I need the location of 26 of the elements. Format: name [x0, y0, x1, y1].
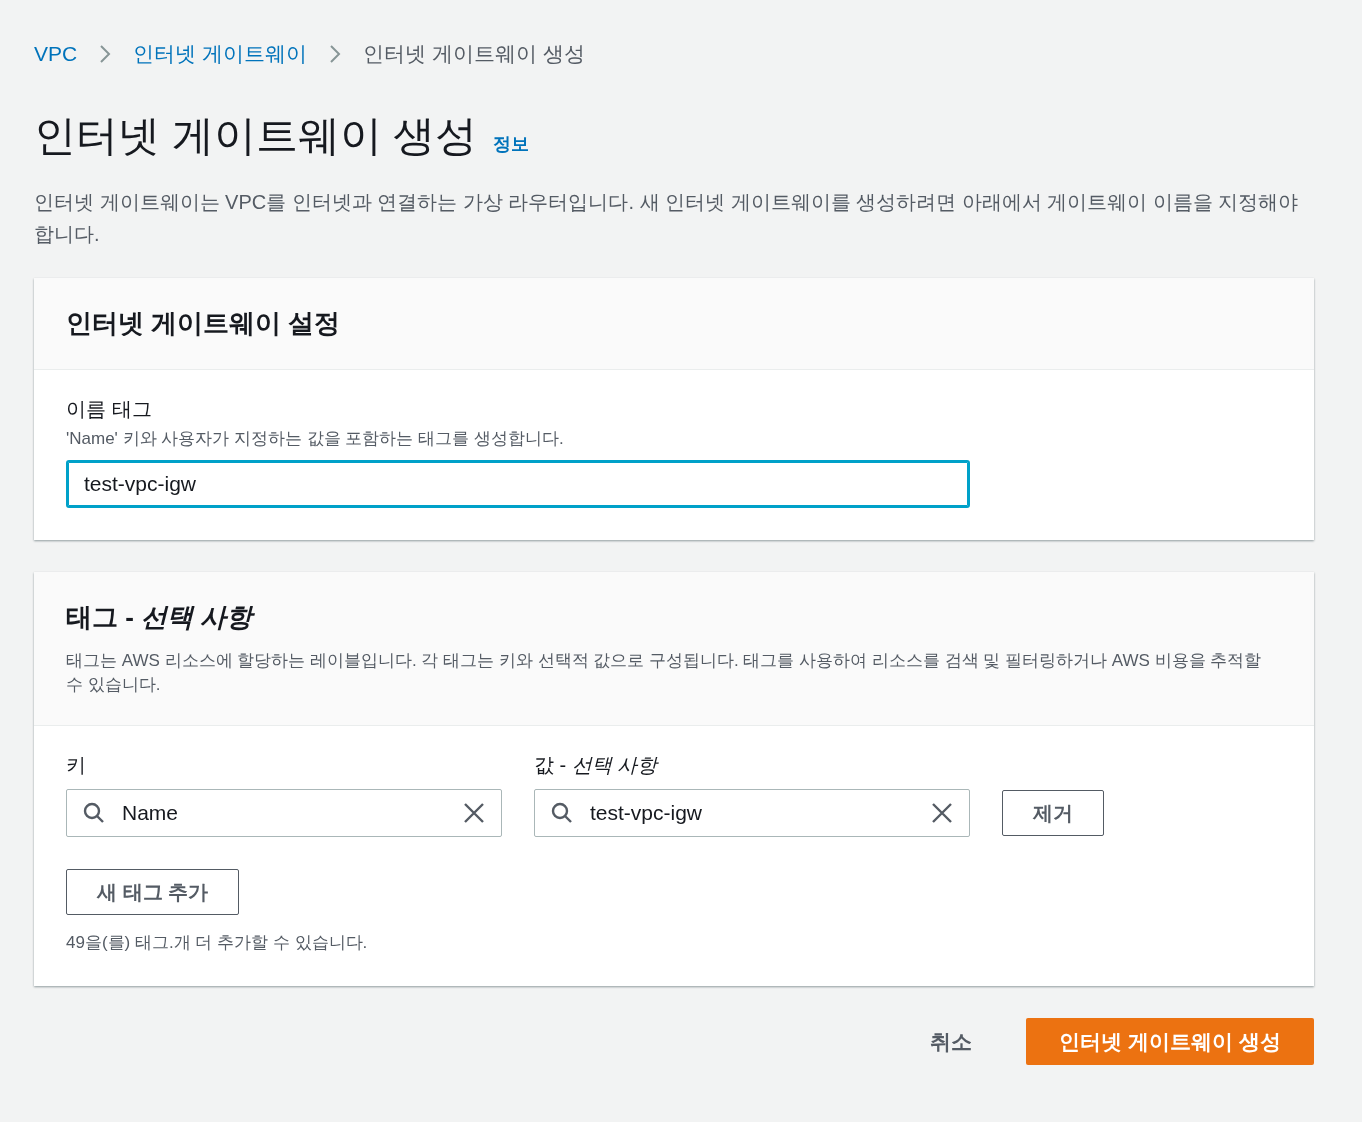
chevron-icon: [329, 44, 342, 64]
info-link[interactable]: 정보: [493, 132, 530, 156]
remove-button[interactable]: 제거: [1002, 790, 1104, 836]
field-hint: 'Name' 키와 사용자가 지정하는 값을 포함하는 태그를 생성합니다.: [66, 428, 565, 450]
page-title: 인터넷 게이트웨이 생성: [34, 111, 478, 161]
chevron-icon: [99, 44, 112, 64]
clear-icon[interactable]: [931, 802, 953, 824]
panel-title: 태그 - 선택 사항: [66, 601, 256, 634]
name-tag-input[interactable]: test-vpc-igw: [66, 460, 970, 508]
page-description: 인터넷 게이트웨이는 VPC를 인터넷과 연결하는 가상 라우터입니다. 새 인터넷 게이트웨이를 생성하려면 아래에서 게이트웨이 이름을 지정해야 합니다.: [34, 190, 1300, 247]
panel-description: 태그는 AWS 리소스에 할당하는 레이블입니다. 각 태그는 키와 선택적 값으로 구성됩니다. 태그를 사용하여 리소스를 검색 및 필터링하거나 AWS 비용을 추적할 수 있습니다.: [66, 650, 1263, 696]
clear-icon[interactable]: [463, 802, 485, 824]
panel-title: 인터넷 게이트웨이 설정: [66, 307, 342, 340]
key-input[interactable]: Name: [66, 789, 502, 837]
remaining-tags-text: 49을(를) 태그.개 더 추가할 수 있습니다.: [66, 932, 369, 954]
key-label: 키: [66, 753, 87, 778]
breadcrumb-item[interactable]: VPC: [34, 42, 78, 66]
add-tag-button[interactable]: 새 태그 추가: [66, 869, 240, 915]
cancel-button[interactable]: 취소: [924, 1026, 979, 1057]
value-input[interactable]: test-vpc-igw: [534, 789, 970, 837]
breadcrumb-item[interactable]: 인터넷 게이트웨이: [133, 40, 308, 68]
breadcrumb-item: 인터넷 게이트웨이 생성: [363, 41, 585, 67]
search-icon: [551, 802, 573, 824]
search-icon: [83, 802, 105, 824]
field-label: 이름 태그: [66, 397, 153, 422]
value-label: 값 - 선택 사항: [534, 753, 660, 778]
